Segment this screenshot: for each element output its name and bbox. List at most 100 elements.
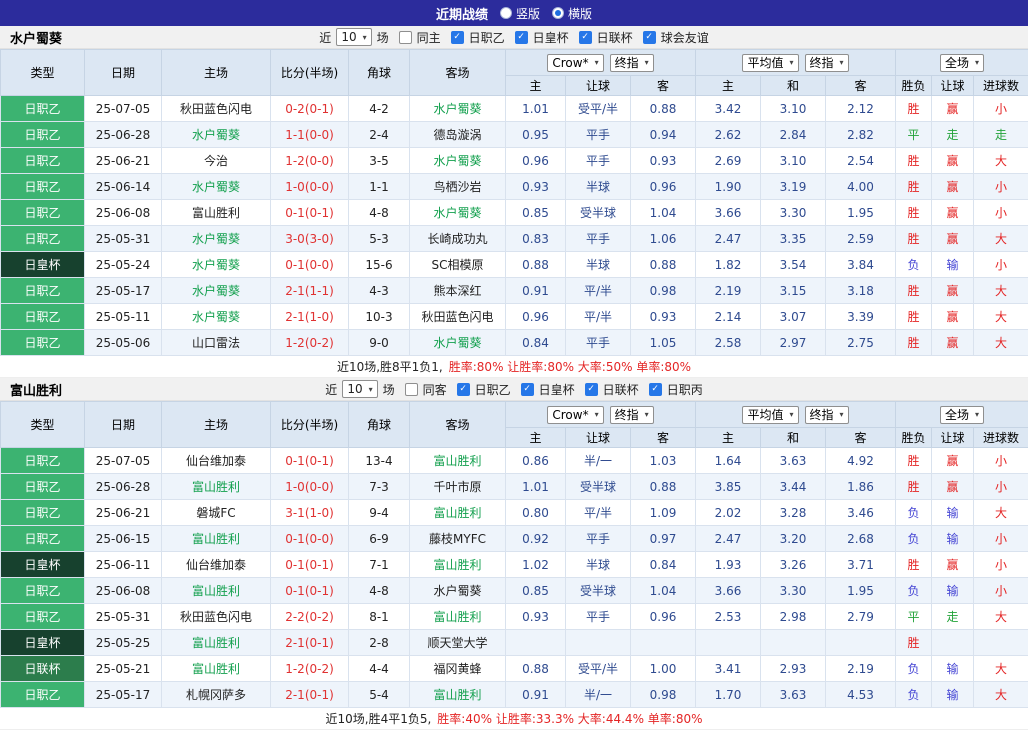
home-team-link[interactable]: 富山胜利 (161, 655, 271, 682)
euro-home-odds (695, 629, 762, 656)
asian-handicap: 平手 (565, 121, 631, 148)
home-team-link[interactable]: 富山胜利 (161, 629, 271, 656)
bookmaker-select[interactable]: Crow* ▾ (547, 53, 604, 72)
layout-radio-option[interactable]: 竖版 (499, 5, 540, 22)
match-date: 25-07-05 (84, 447, 162, 474)
fulltime-select[interactable]: 全场 ▾ (940, 53, 985, 72)
match-count-select[interactable]: 10 ▾ (336, 28, 372, 46)
league-filter-checkbox[interactable]: ✓ (456, 382, 470, 396)
home-team-link[interactable]: 水户蜀葵 (161, 121, 271, 148)
home-team-link[interactable]: 秋田蓝色闪电 (161, 95, 271, 122)
result-header: 全场 ▾ (895, 49, 1028, 76)
away-team-link[interactable]: 藤枝MYFC (409, 525, 506, 552)
away-team-link[interactable]: 德岛漩涡 (409, 121, 506, 148)
euro-away-odds: 2.68 (825, 525, 897, 552)
home-team-link[interactable]: 仙台维加泰 (161, 447, 271, 474)
league-filter-checkbox[interactable]: ✓ (584, 382, 598, 396)
result-goals: 走 (973, 121, 1028, 148)
col-type: 类型 (0, 49, 85, 96)
home-team-link[interactable]: 水户蜀葵 (161, 277, 271, 304)
home-team-link[interactable]: 富山胜利 (161, 525, 271, 552)
col-asian-handicap: 让球 (565, 75, 631, 96)
team-section: 水户蜀葵 近 10 ▾ 场 同主 ✓ 日职乙 ✓ 日皇杯 ✓ 日联杯 ✓ 球会友谊 类型 日期 主场 比… (0, 26, 1028, 378)
euro-home-odds: 2.14 (695, 303, 762, 330)
match-type-badge: 日职乙 (0, 603, 85, 630)
odds-time-select[interactable]: 终指 ▾ (609, 405, 654, 424)
average-select[interactable]: 平均值 ▾ (742, 53, 799, 72)
away-team-link[interactable]: 富山胜利 (409, 681, 506, 708)
match-date: 25-05-31 (84, 225, 162, 252)
asian-home-odds: 0.93 (505, 173, 566, 200)
match-row: 日职乙 25-06-08 富山胜利 0-1(0-1) 4-8 水户蜀葵 0.85 受半球 1.0… (0, 577, 1028, 604)
home-team-link[interactable]: 富山胜利 (161, 577, 271, 604)
match-date: 25-06-11 (84, 551, 162, 578)
same-venue-checkbox[interactable] (404, 382, 418, 396)
home-team-link[interactable]: 山口雷法 (161, 329, 271, 356)
radio-icon[interactable] (552, 7, 564, 19)
away-team-link[interactable]: 富山胜利 (409, 447, 506, 474)
asian-away-odds: 1.05 (629, 329, 697, 356)
odds-time-select[interactable]: 终指 ▾ (609, 53, 654, 72)
away-team-link[interactable]: 富山胜利 (409, 551, 506, 578)
asian-handicap: 半/一 (565, 681, 631, 708)
match-score: 2-2(0-2) (270, 603, 349, 630)
result-handicap: 赢 (931, 551, 975, 578)
away-team-link[interactable]: 长崎成功丸 (409, 225, 506, 252)
league-filter-checkbox[interactable]: ✓ (648, 382, 662, 396)
euro-draw-odds: 3.63 (760, 681, 827, 708)
away-team-link[interactable]: 熊本深红 (409, 277, 506, 304)
home-team-link[interactable]: 札幌冈萨多 (161, 681, 271, 708)
away-team-link[interactable]: 水户蜀葵 (409, 199, 506, 226)
result-goals: 大 (973, 603, 1028, 630)
away-team-link[interactable]: 水户蜀葵 (409, 329, 506, 356)
away-team-link[interactable]: 水户蜀葵 (409, 95, 506, 122)
odds-time-select-2[interactable]: 终指 ▾ (804, 53, 849, 72)
home-team-link[interactable]: 秋田蓝色闪电 (161, 603, 271, 630)
league-filter-checkbox[interactable]: ✓ (642, 30, 656, 44)
home-team-link[interactable]: 水户蜀葵 (161, 303, 271, 330)
away-team-link[interactable]: 富山胜利 (409, 499, 506, 526)
home-team-link[interactable]: 富山胜利 (161, 199, 271, 226)
home-team-link[interactable]: 磐城FC (161, 499, 271, 526)
col-score: 比分(半场) (270, 401, 349, 448)
average-select[interactable]: 平均值 ▾ (742, 405, 799, 424)
asian-home-odds: 0.80 (505, 499, 566, 526)
same-venue-checkbox[interactable] (398, 30, 412, 44)
home-team-link[interactable]: 水户蜀葵 (161, 251, 271, 278)
league-filter-checkbox[interactable]: ✓ (578, 30, 592, 44)
result-goals: 小 (973, 95, 1028, 122)
match-date: 25-05-17 (84, 681, 162, 708)
home-team-link[interactable]: 仙台维加泰 (161, 551, 271, 578)
home-team-link[interactable]: 水户蜀葵 (161, 225, 271, 252)
home-team-link[interactable]: 富山胜利 (161, 473, 271, 500)
radio-icon[interactable] (499, 7, 512, 19)
bookmaker-select[interactable]: Crow* ▾ (547, 405, 604, 424)
league-filter-checkbox[interactable]: ✓ (450, 30, 464, 44)
away-team-link[interactable]: 水户蜀葵 (409, 577, 506, 604)
asian-away-odds: 1.09 (629, 499, 697, 526)
away-team-link[interactable]: 福冈黄蜂 (409, 655, 506, 682)
home-team-link[interactable]: 今治 (161, 147, 271, 174)
result-outcome: 胜 (895, 303, 933, 330)
away-team-link[interactable]: 水户蜀葵 (409, 147, 506, 174)
away-team-link[interactable]: 顺天堂大学 (409, 629, 506, 656)
odds-time-select-2[interactable]: 终指 ▾ (804, 405, 849, 424)
euro-draw-odds: 2.84 (760, 121, 827, 148)
away-team-link[interactable]: 千叶市原 (409, 473, 506, 500)
euro-away-odds: 2.12 (825, 95, 897, 122)
league-filter-checkbox[interactable]: ✓ (514, 30, 528, 44)
col-away: 客场 (409, 49, 506, 96)
recent-results-page: 近期战绩 竖版 横版 水户蜀葵 近 10 ▾ 场 同主 ✓ 日职乙 ✓ 日皇杯 ✓ 日联杯 ✓ 球会友谊 … (0, 0, 1028, 730)
away-team-link[interactable]: 富山胜利 (409, 603, 506, 630)
home-team-link[interactable]: 水户蜀葵 (161, 173, 271, 200)
radio-label: 竖版 (515, 6, 540, 21)
match-count-select[interactable]: 10 ▾ (342, 380, 378, 398)
away-team-link[interactable]: SC相模原 (409, 251, 506, 278)
match-type-badge: 日职乙 (0, 225, 85, 252)
result-goals (973, 629, 1028, 656)
fulltime-select[interactable]: 全场 ▾ (940, 405, 985, 424)
layout-radio-option[interactable]: 横版 (552, 5, 592, 22)
league-filter-checkbox[interactable]: ✓ (520, 382, 534, 396)
away-team-link[interactable]: 鸟栖沙岩 (409, 173, 506, 200)
away-team-link[interactable]: 秋田蓝色闪电 (409, 303, 506, 330)
